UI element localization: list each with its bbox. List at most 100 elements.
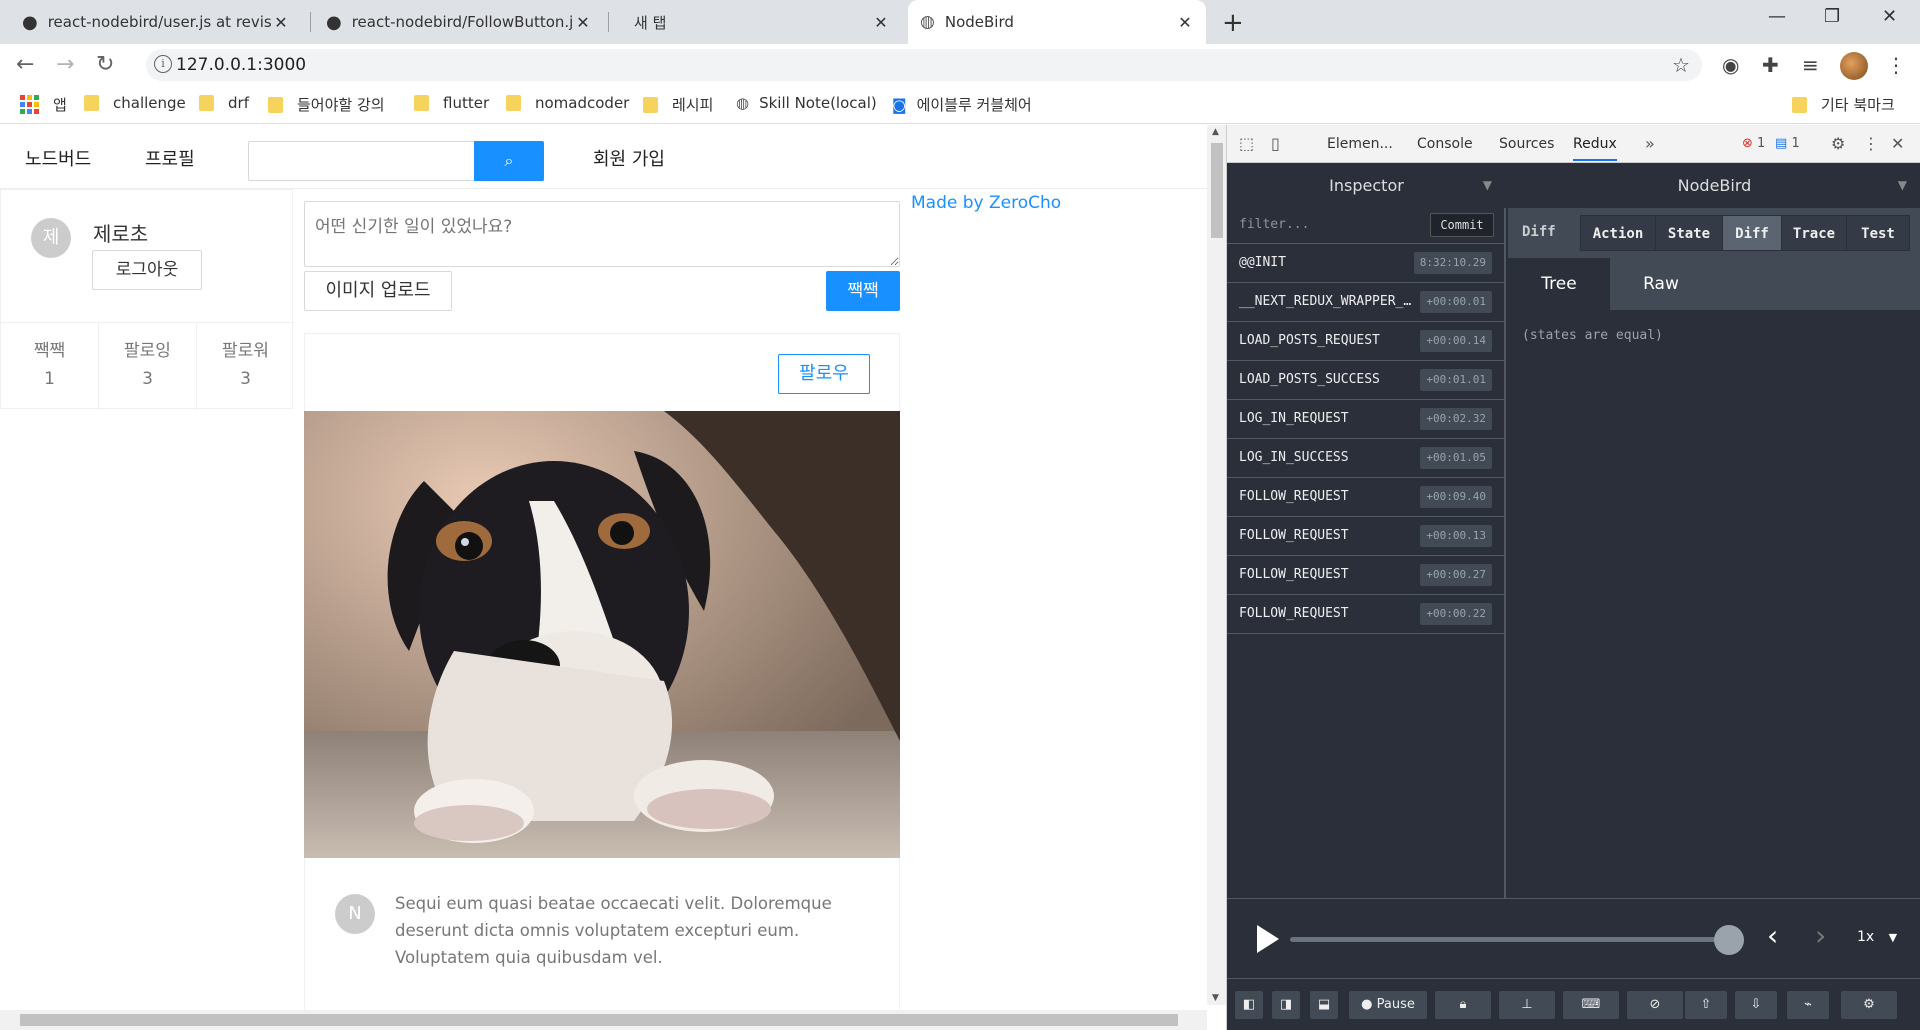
close-icon[interactable]: ✕ — [272, 13, 290, 32]
logout-button[interactable]: 로그아웃 — [92, 250, 202, 290]
browser-tab[interactable]: ● react-nodebird/FollowButton.js ✕ — [314, 0, 604, 44]
tab-redux[interactable]: Redux — [1573, 136, 1617, 161]
action-item[interactable]: LOAD_POSTS_REQUEST +00:00.14 — [1227, 322, 1506, 361]
speed-select[interactable]: 1x ▼ — [1857, 929, 1897, 945]
layout-right-icon[interactable]: ◨ — [1272, 991, 1300, 1019]
tab-state[interactable]: State — [1655, 215, 1723, 251]
post-image[interactable] — [304, 411, 900, 858]
search-input[interactable] — [249, 142, 475, 180]
extension-icon[interactable]: ◉ — [1722, 53, 1739, 77]
media-icon[interactable]: ≡ — [1802, 53, 1819, 77]
pin-icon[interactable]: ⊥ — [1499, 991, 1555, 1019]
message-count[interactable]: ▤ 1 — [1775, 136, 1800, 151]
bookmark-apps[interactable]: 앱 — [20, 94, 67, 115]
tab-elements[interactable]: Elemen... — [1327, 136, 1393, 152]
tab-test[interactable]: Test — [1846, 215, 1910, 251]
layout-left-icon[interactable]: ◧ — [1235, 991, 1263, 1019]
keyboard-icon[interactable]: ⌨ — [1563, 991, 1619, 1019]
browser-tab-active[interactable]: ◍ NodeBird ✕ — [908, 0, 1206, 44]
pause-button[interactable]: ● Pause — [1349, 991, 1427, 1019]
scroll-up-icon[interactable]: ▲ — [1212, 127, 1219, 137]
bookmark-folder[interactable]: 레시피 — [643, 94, 713, 115]
tab-sources[interactable]: Sources — [1499, 136, 1554, 152]
bookmark-folder[interactable]: 들어야할 강의 — [268, 94, 385, 115]
tab-trace[interactable]: Trace — [1781, 215, 1847, 251]
action-filter-input[interactable]: filter... Commit — [1227, 208, 1506, 244]
new-tab-icon[interactable]: + — [1222, 8, 1244, 38]
made-by-link[interactable]: Made by ZeroCho — [911, 193, 1061, 213]
layout-bottom-icon[interactable]: ⬓ — [1310, 991, 1338, 1019]
kebab-menu-icon[interactable]: ⋮ — [1863, 134, 1879, 153]
follow-button[interactable]: 팔로우 — [778, 354, 870, 394]
lock-icon[interactable]: 🔒︎ — [1435, 991, 1491, 1019]
tab-console[interactable]: Console — [1417, 136, 1473, 152]
puzzle-icon[interactable]: ✚ — [1762, 53, 1779, 77]
remote-icon[interactable]: ⌁ — [1787, 991, 1829, 1019]
address-bar[interactable]: i 127.0.0.1:3000 — [146, 49, 1702, 81]
scrollbar-thumb[interactable] — [1211, 143, 1223, 238]
upload-icon[interactable]: ⇧ — [1685, 991, 1727, 1019]
back-icon[interactable]: ← — [16, 52, 34, 77]
action-item[interactable]: LOG_IN_REQUEST +00:02.32 — [1227, 400, 1506, 439]
close-devtools-icon[interactable]: ✕ — [1891, 134, 1904, 153]
action-item[interactable]: FOLLOW_REQUEST +00:09.40 — [1227, 478, 1506, 517]
tab-tree[interactable]: Tree — [1508, 258, 1610, 310]
bookmark-site[interactable]: ◙ 에이블루 커블체어 — [892, 94, 1032, 115]
slider-track[interactable] — [1290, 937, 1730, 942]
menu-home[interactable]: 노드버드 — [25, 145, 91, 171]
bookmark-site[interactable]: ◍ Skill Note(local) — [736, 94, 877, 112]
action-item[interactable]: FOLLOW_REQUEST +00:00.13 — [1227, 517, 1506, 556]
bookmark-folder[interactable]: flutter — [414, 94, 489, 112]
monitor-select[interactable]: Inspector ▼ — [1227, 163, 1506, 208]
tab-diff[interactable]: Diff — [1722, 215, 1782, 251]
previous-icon[interactable]: ‹ — [1767, 919, 1778, 952]
profile-avatar[interactable] — [1840, 52, 1868, 80]
restore-icon[interactable]: ❐ — [1824, 6, 1840, 27]
close-icon[interactable]: ✕ — [1176, 13, 1194, 32]
action-item[interactable]: __NEXT_REDUX_WRAPPER_HYDRATE__ +00:00.01 — [1227, 283, 1506, 322]
error-count[interactable]: ⊗ 1 — [1742, 136, 1765, 151]
close-icon[interactable]: ✕ — [872, 13, 890, 32]
image-upload-button[interactable]: 이미지 업로드 — [304, 271, 452, 311]
device-toolbar-icon[interactable]: ▯ — [1271, 134, 1280, 153]
horizontal-scrollbar[interactable] — [0, 1010, 1207, 1030]
action-item[interactable]: FOLLOW_REQUEST +00:00.27 — [1227, 556, 1506, 595]
more-tabs-icon[interactable]: » — [1645, 134, 1655, 153]
info-icon[interactable]: i — [154, 55, 172, 73]
bookmark-folder[interactable]: 기타 북마크 — [1792, 94, 1895, 115]
scroll-down-icon[interactable]: ▼ — [1212, 993, 1219, 1003]
menu-icon[interactable]: ⋮ — [1886, 53, 1906, 77]
inspect-element-icon[interactable]: ⬚ — [1239, 134, 1254, 153]
action-item[interactable]: @@INIT 8:32:10.29 — [1227, 244, 1506, 283]
minimize-icon[interactable]: — — [1768, 6, 1786, 27]
action-item[interactable]: LOAD_POSTS_SUCCESS +00:01.01 — [1227, 361, 1506, 400]
tab-raw[interactable]: Raw — [1610, 258, 1712, 310]
bookmark-folder[interactable]: challenge — [84, 94, 186, 112]
bookmark-folder[interactable]: nomadcoder — [506, 94, 629, 112]
reload-icon[interactable]: ↻ — [96, 52, 114, 77]
close-window-icon[interactable]: ✕ — [1882, 6, 1897, 27]
play-icon[interactable] — [1257, 925, 1279, 953]
submit-tweet-button[interactable]: 짹짹 — [826, 271, 900, 311]
search-button[interactable]: ⌕ — [474, 141, 544, 181]
action-item[interactable]: FOLLOW_REQUEST +00:00.22 — [1227, 595, 1506, 634]
browser-tab[interactable]: ● react-nodebird/user.js at revised ✕ — [10, 0, 302, 44]
next-icon[interactable]: › — [1815, 919, 1826, 952]
scrollbar-thumb[interactable] — [20, 1014, 1178, 1026]
settings-icon[interactable]: ⚙ — [1841, 991, 1897, 1019]
download-icon[interactable]: ⇩ — [1735, 991, 1777, 1019]
action-item[interactable]: LOG_IN_SUCCESS +00:01.05 — [1227, 439, 1506, 478]
persist-icon[interactable]: ⊘ — [1627, 991, 1683, 1019]
vertical-scrollbar[interactable]: ▲ ▼ — [1207, 125, 1227, 1005]
commit-button[interactable]: Commit — [1430, 213, 1494, 237]
forward-icon[interactable]: → — [56, 52, 74, 77]
post-textarea[interactable] — [304, 201, 900, 267]
menu-signup[interactable]: 회원 가입 — [593, 145, 665, 171]
store-select[interactable]: NodeBird ▼ — [1508, 163, 1920, 208]
bookmark-folder[interactable]: drf — [199, 94, 249, 112]
tab-action[interactable]: Action — [1580, 215, 1656, 251]
star-icon[interactable]: ☆ — [1672, 53, 1690, 77]
slider-knob[interactable] — [1714, 925, 1744, 955]
settings-icon[interactable]: ⚙ — [1831, 134, 1845, 153]
browser-tab[interactable]: 새 탭 ✕ — [612, 0, 902, 44]
